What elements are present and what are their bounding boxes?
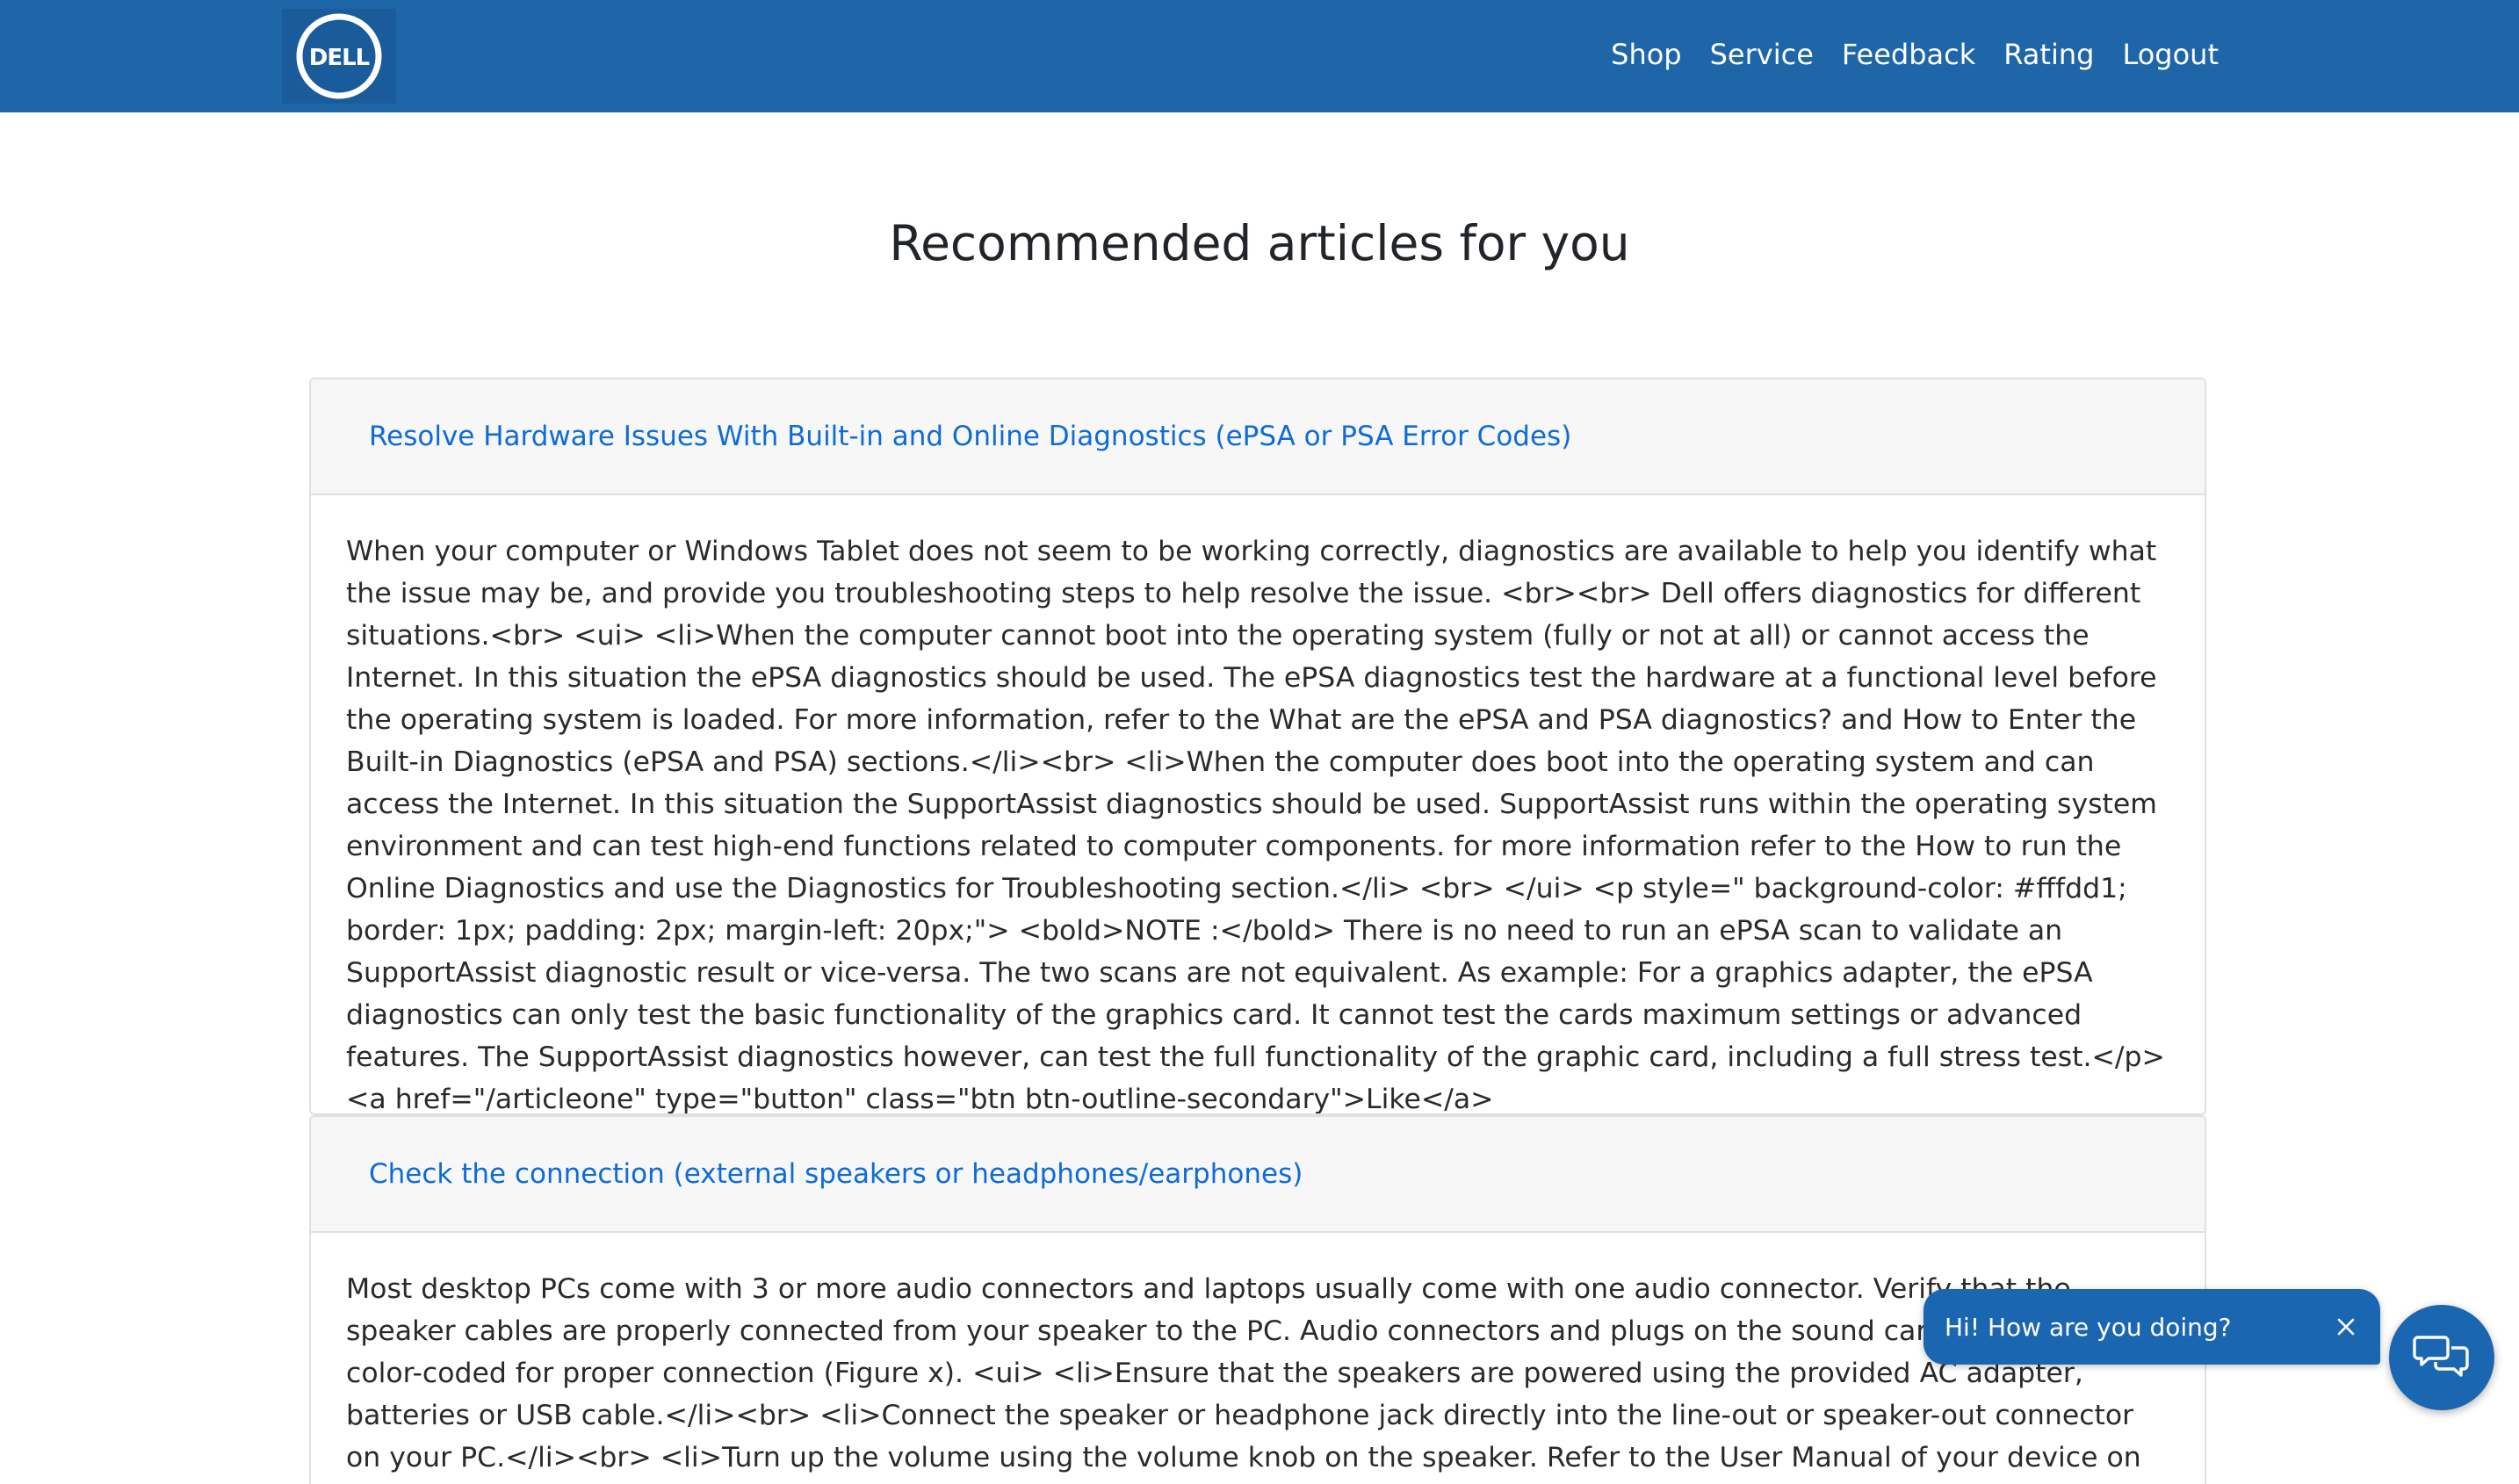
navbar: DELL Shop Service Feedback Rating Logout bbox=[0, 0, 2519, 112]
chat-launcher-button[interactable] bbox=[2389, 1305, 2494, 1410]
nav-rating-link[interactable]: Rating bbox=[2003, 38, 2094, 71]
page-title: Recommended articles for you bbox=[889, 215, 1630, 271]
article-card: Resolve Hardware Issues With Built-in an… bbox=[309, 378, 2206, 1115]
close-icon[interactable] bbox=[2336, 1317, 2356, 1336]
logo-text: DELL bbox=[309, 45, 370, 71]
chat-greeting-bubble[interactable]: Hi! How are you doing? bbox=[1924, 1289, 2380, 1365]
nav-shop-link[interactable]: Shop bbox=[1611, 38, 1681, 71]
chat-greeting-text: Hi! How are you doing? bbox=[1945, 1312, 2232, 1342]
article-card-header: Check the connection (external speakers … bbox=[311, 1117, 2205, 1233]
dell-logo[interactable]: DELL bbox=[282, 9, 396, 104]
main-nav: Shop Service Feedback Rating Logout bbox=[1611, 0, 2219, 109]
article-title-link[interactable]: Check the connection (external speakers … bbox=[369, 1158, 1303, 1190]
nav-feedback-link[interactable]: Feedback bbox=[1842, 38, 1975, 71]
nav-logout-link[interactable]: Logout bbox=[2122, 38, 2219, 71]
article-title-link[interactable]: Resolve Hardware Issues With Built-in an… bbox=[369, 421, 1571, 452]
dell-logo-icon: DELL bbox=[296, 13, 382, 99]
article-body: When your computer or Windows Tablet doe… bbox=[346, 536, 2165, 1115]
nav-service-link[interactable]: Service bbox=[1710, 38, 1814, 71]
article-body: Most desktop PCs come with 3 or more aud… bbox=[346, 1273, 2141, 1473]
chat-bubbles-icon bbox=[2413, 1336, 2469, 1377]
article-card: Check the connection (external speakers … bbox=[309, 1115, 2206, 1484]
article-card-header: Resolve Hardware Issues With Built-in an… bbox=[311, 379, 2205, 495]
